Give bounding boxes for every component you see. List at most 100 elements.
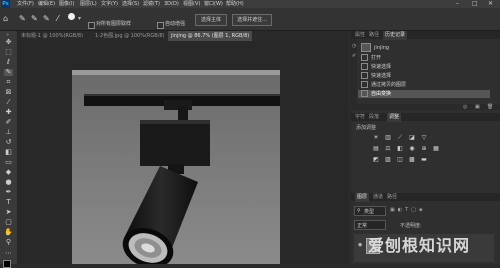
- history-snapshot[interactable]: jinjing: [358, 43, 490, 52]
- lasso-tool-icon[interactable]: ℓ: [4, 59, 13, 66]
- gradient-map-icon[interactable]: ▬: [420, 157, 428, 163]
- menu-type[interactable]: 文字(Y): [101, 0, 118, 8]
- blend-mode-select[interactable]: 正常: [354, 220, 386, 230]
- shape-tool-icon[interactable]: ▢: [4, 219, 13, 226]
- menu-select[interactable]: 选择(S): [122, 0, 139, 8]
- tab-character[interactable]: 字符: [355, 113, 365, 122]
- zoom-tool-icon[interactable]: ⚲: [4, 239, 13, 246]
- quick-select-icon[interactable]: ✎: [19, 14, 26, 24]
- pen-tool-icon[interactable]: ✒: [4, 189, 13, 196]
- menu-3d[interactable]: 3D(D): [164, 0, 179, 8]
- maximize-button[interactable]: □: [472, 0, 478, 8]
- history-brush-tool-icon[interactable]: ↺: [4, 139, 13, 146]
- brush-icon[interactable]: ✐: [352, 53, 356, 59]
- tab-jinjing[interactable]: jinjing @ 86.7% (图层 1, RGB/8): [168, 31, 253, 41]
- brush-size-icon[interactable]: ⁄: [57, 14, 58, 24]
- add-selection-icon[interactable]: ✎: [31, 14, 38, 24]
- new-snapshot-icon[interactable]: ◎: [463, 104, 467, 110]
- dodge-tool-icon[interactable]: ●: [4, 179, 13, 186]
- auto-enhance-checkbox[interactable]: [157, 22, 164, 29]
- exposure-icon[interactable]: ◪: [408, 135, 416, 141]
- document-image[interactable]: [72, 70, 280, 264]
- invert-icon[interactable]: ◩: [372, 157, 380, 163]
- history-item[interactable]: 通过拷贝的图层: [358, 81, 490, 89]
- gradient-tool-icon[interactable]: ▭: [4, 159, 13, 166]
- snapshot-thumbnail-icon: [361, 43, 371, 52]
- menu-window[interactable]: 窗口(W): [204, 0, 223, 8]
- history-step-icon: [361, 72, 368, 79]
- photo-filter-icon[interactable]: ◉: [408, 146, 416, 152]
- tab-layer-paths[interactable]: 路径: [387, 193, 397, 202]
- type-tool-icon[interactable]: T: [4, 199, 13, 206]
- history-item-label: 快速选择: [371, 64, 392, 70]
- eye-icon[interactable]: ◉: [358, 242, 362, 248]
- tab-paths[interactable]: 路径: [369, 31, 379, 40]
- selective-color-icon[interactable]: ▩: [408, 157, 416, 163]
- menu-file[interactable]: 文件(F): [17, 0, 34, 8]
- history-item[interactable]: 快速选择: [358, 72, 490, 80]
- home-icon[interactable]: ⌂: [3, 14, 13, 24]
- quick-selection-tool-icon[interactable]: ✎: [4, 69, 13, 76]
- brush-preview-icon[interactable]: [68, 13, 75, 20]
- tab-adjustments[interactable]: 调整: [387, 113, 402, 122]
- brightness-icon[interactable]: ☀: [372, 135, 380, 141]
- marquee-tool-icon[interactable]: ⬚: [4, 49, 13, 56]
- history-step-icon: [361, 81, 368, 88]
- menu-edit[interactable]: 编辑(E): [38, 0, 55, 8]
- photoshop-logo: Ps: [1, 0, 10, 8]
- tab-untitled[interactable]: 未标题-1 @ 100%(RGB/8): [18, 31, 86, 41]
- color-lookup-icon[interactable]: ▦: [432, 146, 440, 152]
- history-snapshot-label: jinjing: [374, 45, 390, 51]
- foreground-color-swatch[interactable]: [3, 260, 11, 268]
- eraser-tool-icon[interactable]: ◧: [4, 149, 13, 156]
- frame-tool-icon[interactable]: ⊠: [4, 89, 13, 96]
- channel-mixer-icon[interactable]: ⊕: [420, 146, 428, 152]
- tab-paragraph[interactable]: 段落: [369, 113, 379, 122]
- hand-tool-icon[interactable]: ✋: [4, 229, 13, 236]
- healing-tool-icon[interactable]: ✚: [4, 109, 13, 116]
- hue-saturation-icon[interactable]: ▤: [372, 146, 380, 152]
- all-layers-checkbox[interactable]: [88, 22, 95, 29]
- tab-layers[interactable]: 图层: [355, 193, 370, 202]
- brush-tool-icon[interactable]: ✐: [4, 119, 13, 126]
- curves-icon[interactable]: ⟋: [396, 135, 404, 141]
- menu-image[interactable]: 图像(I): [59, 0, 74, 8]
- menu-help[interactable]: 帮助(H): [226, 0, 244, 8]
- path-select-tool-icon[interactable]: ➤: [4, 209, 13, 216]
- tab-history[interactable]: 历史记录: [383, 31, 408, 40]
- subtract-selection-icon[interactable]: ✎: [43, 14, 50, 24]
- threshold-icon[interactable]: ◫: [396, 157, 404, 163]
- select-subject-button[interactable]: 选择主体: [195, 14, 227, 26]
- history-item-selected[interactable]: 自由变换: [358, 90, 490, 98]
- select-and-mask-button[interactable]: 选择并遮住...: [232, 14, 272, 26]
- tab-doc-2[interactable]: 1-2色图.jpg @ 100%(RGB/8): [92, 31, 168, 41]
- move-tool-icon[interactable]: ✥: [4, 39, 13, 46]
- crop-tool-icon[interactable]: ⌗: [4, 79, 13, 86]
- dropdown-icon[interactable]: ▾: [78, 15, 81, 22]
- menu-layer[interactable]: 图层(L): [80, 0, 97, 8]
- options-bar: ⌂ ✎ ✎ ✎ ⁄ ▾ 对所有图层取样 自动增强 选择主体 选择并遮住...: [0, 8, 500, 31]
- camera-icon[interactable]: ▣: [475, 104, 480, 110]
- history-step-icon: [361, 63, 368, 70]
- menu-view[interactable]: 视图(V): [183, 0, 200, 8]
- posterize-icon[interactable]: ▨: [384, 157, 392, 163]
- history-item[interactable]: 快速选择: [358, 63, 490, 71]
- vibrance-icon[interactable]: ▽: [420, 135, 428, 141]
- trash-icon[interactable]: 🗑: [487, 104, 493, 110]
- layers-panel-header: 图层 通道 路径: [351, 193, 500, 202]
- stamp-tool-icon[interactable]: ⊥: [4, 129, 13, 136]
- menu-filter[interactable]: 滤镜(T): [143, 0, 160, 8]
- history-icon[interactable]: ◷: [352, 43, 356, 49]
- black-white-icon[interactable]: ◧: [396, 146, 404, 152]
- blur-tool-icon[interactable]: ◆: [4, 169, 13, 176]
- minimize-button[interactable]: –: [456, 0, 459, 8]
- layer-filter-select[interactable]: ⚲ 类型: [354, 206, 386, 216]
- history-item[interactable]: 打开: [358, 54, 490, 62]
- levels-icon[interactable]: ▥: [384, 135, 392, 141]
- layer-filter-icons[interactable]: ▣◐T▢◈: [390, 207, 426, 213]
- eyedropper-tool-icon[interactable]: ⁄: [4, 99, 13, 106]
- more-tools-icon[interactable]: ⋯: [4, 250, 13, 257]
- close-button[interactable]: ✕: [488, 0, 493, 8]
- color-balance-icon[interactable]: ⚖: [384, 146, 392, 152]
- tab-channels[interactable]: 通道: [373, 193, 383, 202]
